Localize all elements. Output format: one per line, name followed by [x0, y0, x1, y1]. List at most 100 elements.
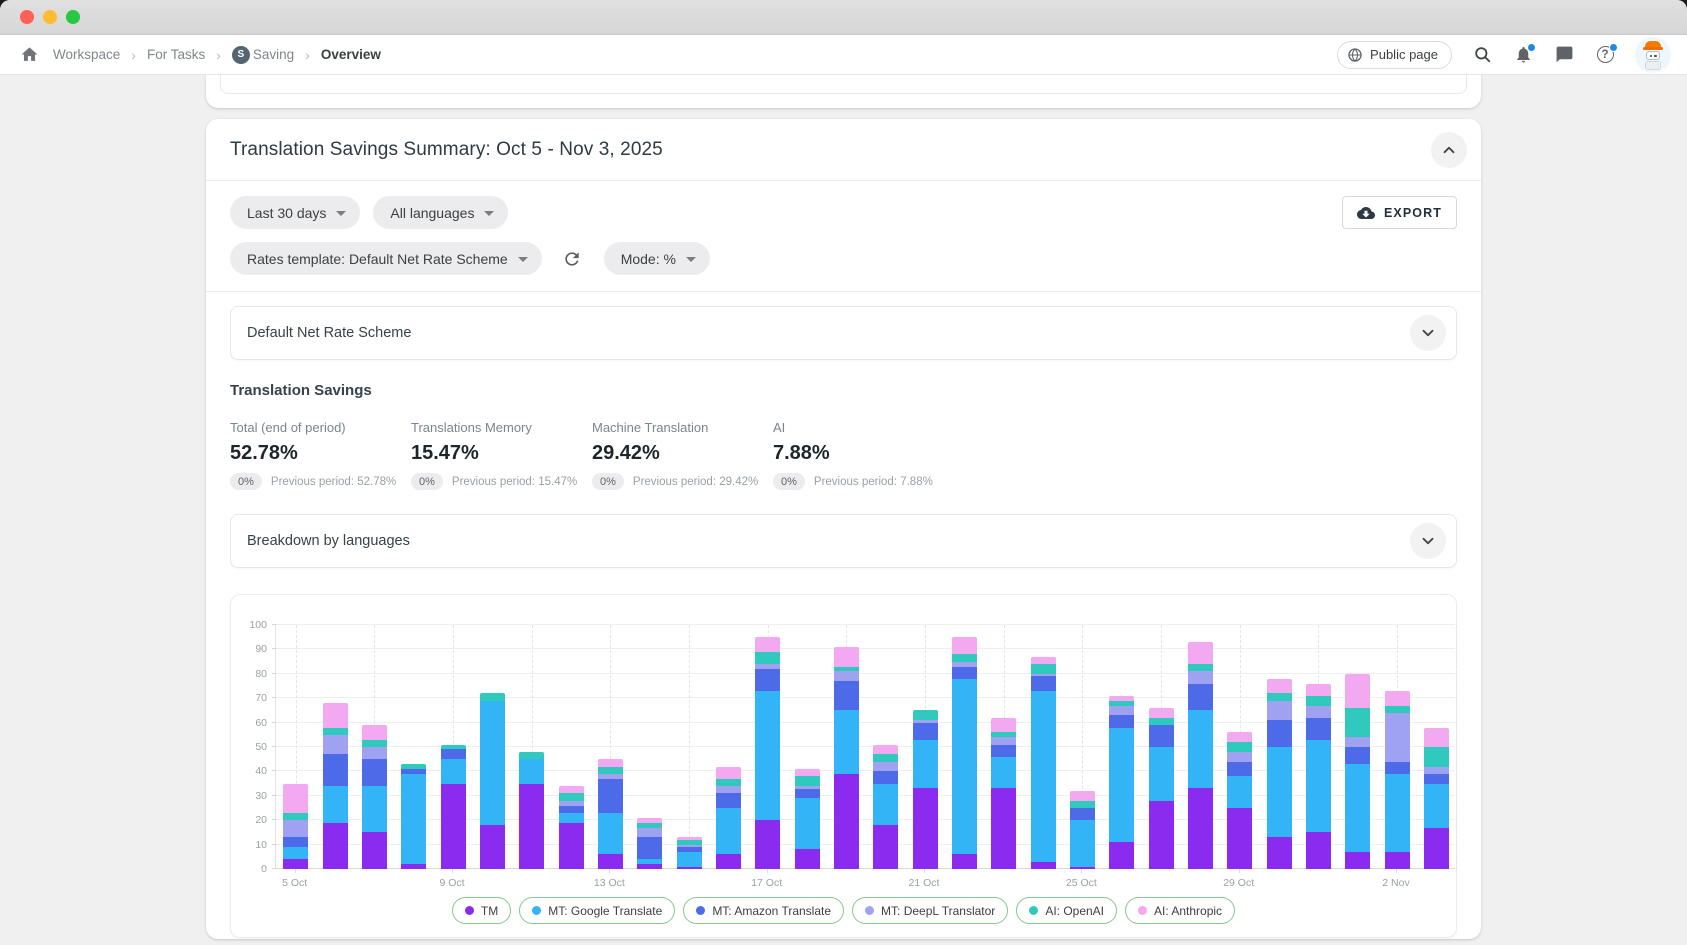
bar-30-oct[interactable]	[1267, 679, 1292, 869]
minimize-window-button[interactable]	[43, 10, 57, 24]
legend-item-tm[interactable]: TM	[452, 897, 511, 924]
previous-card-remnant	[206, 75, 1481, 108]
legend-item-amazon-translate[interactable]: MT: Amazon Translate	[683, 897, 844, 924]
bar-29-oct[interactable]	[1227, 732, 1252, 869]
savings-stacked-bar-chart: 0102030405060708090100 TM MT: Google Tra…	[230, 594, 1457, 938]
chevron-down-icon	[518, 257, 528, 262]
navbar-actions: Public page ?	[1337, 37, 1671, 73]
chevron-down-icon	[686, 257, 696, 262]
delta-badge: 0%	[592, 473, 624, 490]
bar-7-oct[interactable]	[362, 725, 387, 869]
x-axis-label: 5 Oct	[265, 877, 325, 889]
bar-31-oct[interactable]	[1306, 684, 1331, 869]
bar-1-nov[interactable]	[1345, 674, 1370, 869]
refresh-button[interactable]	[562, 249, 582, 269]
bar-9-oct[interactable]	[441, 745, 466, 869]
chat-icon[interactable]	[1553, 44, 1575, 66]
bar-13-oct[interactable]	[598, 759, 623, 869]
deepl-color-dot	[865, 906, 874, 915]
bar-26-oct[interactable]	[1109, 696, 1134, 869]
app-window: Workspace › For Tasks › S Saving › Overv…	[0, 0, 1687, 945]
home-icon[interactable]	[18, 44, 40, 66]
date-range-dropdown[interactable]: Last 30 days	[230, 196, 360, 229]
breakdown-languages-panel[interactable]: Breakdown by languages	[230, 514, 1457, 568]
bar-6-oct[interactable]	[323, 703, 348, 869]
bar-2-nov[interactable]	[1385, 691, 1410, 869]
chevron-right-icon: ›	[216, 47, 221, 63]
breadcrumb-saving[interactable]: S Saving	[232, 46, 294, 64]
legend-item-deepl-translator[interactable]: MT: DeepL Translator	[852, 897, 1008, 924]
collapse-card-button[interactable]	[1431, 132, 1467, 168]
user-avatar[interactable]	[1635, 37, 1671, 73]
bar-8-oct[interactable]	[401, 764, 426, 869]
bar-3-nov[interactable]	[1424, 728, 1449, 869]
bar-25-oct[interactable]	[1070, 791, 1095, 869]
bar-27-oct[interactable]	[1149, 708, 1174, 869]
zoom-window-button[interactable]	[66, 10, 80, 24]
bar-21-oct[interactable]	[913, 710, 938, 869]
x-axis-label: 29 Oct	[1209, 877, 1269, 889]
translation-savings-card: Translation Savings Summary: Oct 5 - Nov…	[206, 119, 1481, 939]
page-title: Translation Savings Summary: Oct 5 - Nov…	[230, 139, 663, 161]
expand-rate-scheme-button[interactable]	[1410, 315, 1446, 351]
legend-item-anthropic[interactable]: AI: Anthropic	[1125, 897, 1235, 924]
chevron-down-icon	[1419, 324, 1437, 342]
languages-dropdown[interactable]: All languages	[373, 196, 508, 229]
export-button[interactable]: EXPORT	[1342, 196, 1457, 229]
mode-dropdown[interactable]: Mode: %	[604, 242, 710, 275]
bar-15-oct[interactable]	[677, 837, 702, 869]
help-badge	[1609, 43, 1618, 52]
stat-total: Total (end of period) 52.78% 0% Previous…	[230, 420, 411, 490]
breadcrumb-overview[interactable]: Overview	[321, 47, 381, 62]
bar-18-oct[interactable]	[795, 769, 820, 869]
stat-translation-memory: Translations Memory 15.47% 0% Previous p…	[411, 420, 592, 490]
breadcrumb-workspace[interactable]: Workspace	[53, 47, 120, 62]
bar-12-oct[interactable]	[559, 786, 584, 869]
notification-badge	[1527, 43, 1536, 52]
top-navbar: Workspace › For Tasks › S Saving › Overv…	[0, 35, 1687, 75]
delta-badge: 0%	[773, 473, 805, 490]
legend-item-google-translate[interactable]: MT: Google Translate	[519, 897, 675, 924]
tm-color-dot	[465, 906, 474, 915]
bar-23-oct[interactable]	[991, 718, 1016, 869]
page-content: Translation Savings Summary: Oct 5 - Nov…	[0, 75, 1687, 945]
bar-11-oct[interactable]	[519, 752, 544, 869]
breadcrumb-for-tasks[interactable]: For Tasks	[147, 47, 205, 62]
chevron-down-icon	[484, 211, 494, 216]
notifications-bell-icon[interactable]	[1512, 44, 1534, 66]
bar-28-oct[interactable]	[1188, 642, 1213, 869]
public-page-button[interactable]: Public page	[1337, 41, 1452, 69]
bar-5-oct[interactable]	[283, 784, 308, 869]
amazon-translate-color-dot	[696, 906, 705, 915]
macos-titlebar	[0, 0, 1687, 35]
expand-breakdown-button[interactable]	[1410, 523, 1446, 559]
chevron-down-icon	[336, 211, 346, 216]
close-window-button[interactable]	[20, 10, 34, 24]
chevron-right-icon: ›	[131, 47, 136, 63]
card-title-row: Translation Savings Summary: Oct 5 - Nov…	[206, 119, 1481, 181]
bar-24-oct[interactable]	[1031, 657, 1056, 869]
chart-legend: TM MT: Google Translate MT: Amazon Trans…	[231, 897, 1456, 924]
bar-19-oct[interactable]	[834, 647, 859, 869]
google-translate-color-dot	[532, 906, 541, 915]
bar-16-oct[interactable]	[716, 767, 741, 869]
x-axis-label: 13 Oct	[579, 877, 639, 889]
bar-14-oct[interactable]	[637, 818, 662, 869]
x-axis-label: 2 Nov	[1366, 877, 1426, 889]
x-axis-label: 25 Oct	[1051, 877, 1111, 889]
anthropic-color-dot	[1138, 906, 1147, 915]
bar-10-oct[interactable]	[480, 693, 505, 869]
legend-item-openai[interactable]: AI: OpenAI	[1016, 897, 1117, 924]
bar-17-oct[interactable]	[755, 637, 780, 869]
bar-22-oct[interactable]	[952, 637, 977, 869]
breakdown-languages-label: Breakdown by languages	[247, 533, 410, 549]
chart-plot	[275, 625, 1455, 869]
stat-machine-translation: Machine Translation 29.42% 0% Previous p…	[592, 420, 773, 490]
search-icon[interactable]	[1471, 44, 1493, 66]
rate-scheme-panel[interactable]: Default Net Rate Scheme	[230, 306, 1457, 360]
bar-20-oct[interactable]	[873, 745, 898, 869]
x-axis-label: 9 Oct	[422, 877, 482, 889]
help-icon[interactable]: ?	[1594, 44, 1616, 66]
stat-ai: AI 7.88% 0% Previous period: 7.88%	[773, 420, 954, 490]
rates-template-dropdown[interactable]: Rates template: Default Net Rate Scheme	[230, 242, 542, 275]
